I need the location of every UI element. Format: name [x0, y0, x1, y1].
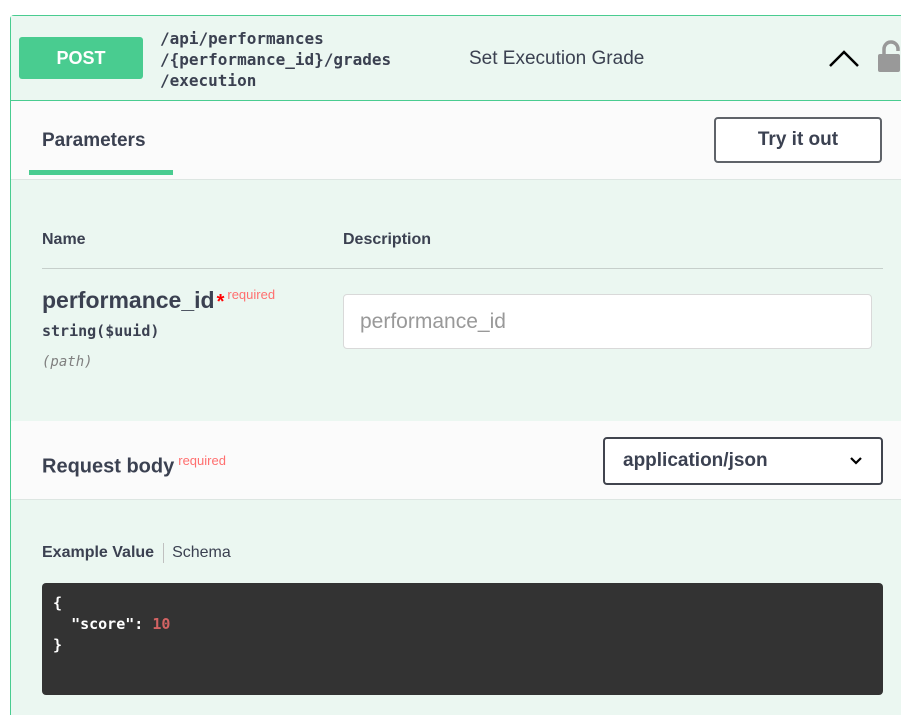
- example-code-block[interactable]: { "score": 10 }: [42, 583, 883, 695]
- tab-separator: [163, 543, 165, 563]
- operation-description: Set Execution Grade: [469, 48, 645, 69]
- parameters-tab-bar: Parameters Try it out: [11, 101, 901, 180]
- unlock-icon[interactable]: [875, 40, 901, 74]
- parameters-divider: [42, 268, 883, 269]
- tab-parameters-label: Parameters: [42, 130, 146, 151]
- tab-example-value[interactable]: Example Value: [42, 544, 154, 561]
- tab-active-indicator: [29, 170, 173, 175]
- parameters-name-header: Name: [42, 231, 86, 248]
- parameter-name: performance_id * required: [42, 287, 275, 314]
- method-badge: POST: [19, 37, 143, 79]
- code-line: "score": 10: [53, 614, 872, 635]
- request-body-required: required: [178, 453, 226, 468]
- parameters-description-header: Description: [343, 231, 432, 248]
- path-line: /{performance_id}/grades: [160, 50, 392, 69]
- operation-block-post: POST /api/performances /{performance_id}…: [10, 15, 901, 715]
- tab-parameters[interactable]: Parameters: [29, 101, 173, 179]
- parameter-type: string($uuid): [42, 322, 160, 340]
- required-label: required: [227, 287, 276, 303]
- tab-schema[interactable]: Schema: [172, 544, 231, 561]
- code-colon: :: [134, 615, 153, 633]
- request-body-title: Request body: [42, 455, 175, 478]
- code-line: }: [53, 635, 872, 656]
- code-open-brace: {: [53, 594, 63, 612]
- code-key: "score": [71, 615, 135, 633]
- chevron-down-icon: [850, 457, 862, 465]
- example-tabs: Example Value Schema: [42, 543, 231, 563]
- request-body-header: Request body required application/json: [11, 421, 901, 500]
- code-value: 10: [152, 615, 171, 633]
- operation-path: /api/performances /{performance_id}/grad…: [160, 28, 391, 91]
- required-star: *: [216, 291, 225, 313]
- try-it-out-button[interactable]: Try it out: [714, 117, 882, 163]
- code-line: {: [53, 593, 872, 614]
- performance-id-input[interactable]: [343, 294, 872, 349]
- parameter-location: (path): [42, 354, 93, 370]
- code-close-brace: }: [53, 636, 63, 654]
- path-line: /api/performances: [160, 29, 324, 48]
- request-body-label: Request body required: [42, 453, 226, 479]
- parameter-name-text: performance_id: [42, 287, 215, 313]
- content-type-select[interactable]: application/json: [603, 437, 883, 485]
- operation-summary[interactable]: POST /api/performances /{performance_id}…: [11, 16, 901, 101]
- content-type-value: application/json: [623, 450, 768, 471]
- path-line: /execution: [160, 71, 257, 90]
- chevron-up-icon[interactable]: [826, 46, 862, 72]
